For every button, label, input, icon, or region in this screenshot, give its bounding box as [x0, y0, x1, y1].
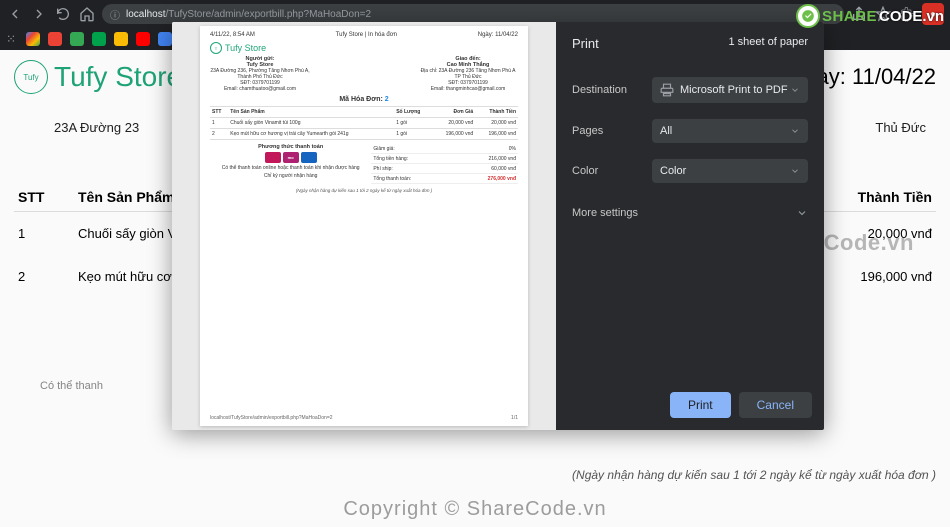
- url-path: /TufyStore/admin/exportbill.php?MaHoaDon…: [165, 9, 371, 20]
- sharecode-badge: SHARECODE.vn: [796, 4, 944, 28]
- reload-icon[interactable]: [54, 5, 72, 23]
- print-preview-pane[interactable]: 4/11/22, 8:54 AM Tufy Store | In hóa đơn…: [172, 22, 556, 430]
- chevron-down-icon: [796, 207, 808, 219]
- preview-logo-icon: T: [210, 42, 222, 54]
- destination-select[interactable]: Microsoft Print to PDF: [652, 77, 808, 103]
- back-icon[interactable]: [6, 5, 24, 23]
- bookmark-translate-icon[interactable]: [158, 32, 172, 46]
- bookmark-youtube-icon[interactable]: [136, 32, 150, 46]
- info-icon: ⓘ: [110, 7, 120, 22]
- more-settings-toggle[interactable]: More settings: [556, 191, 824, 235]
- bookmark-sheets-icon[interactable]: [70, 32, 84, 46]
- chevron-down-icon: [790, 166, 800, 176]
- print-title: Print: [572, 36, 599, 51]
- chevron-down-icon: [790, 126, 800, 136]
- forward-icon[interactable]: [30, 5, 48, 23]
- print-dialog: 4/11/22, 8:54 AM Tufy Store | In hóa đơn…: [172, 22, 824, 430]
- address-bar[interactable]: ⓘ localhost/TufyStore/admin/exportbill.p…: [102, 4, 844, 24]
- print-options-pane: Print 1 sheet of paper Destination Micro…: [556, 22, 824, 430]
- print-button[interactable]: Print: [670, 392, 731, 418]
- payment-logo-3: [301, 152, 317, 163]
- destination-label: Destination: [572, 84, 644, 96]
- chevron-down-icon: [790, 85, 800, 95]
- payment-logo-momo: mo: [283, 152, 299, 163]
- pages-select[interactable]: All: [652, 119, 808, 143]
- bookmark-gmail-icon[interactable]: [48, 32, 62, 46]
- bookmark-maps-icon[interactable]: [92, 32, 106, 46]
- home-icon[interactable]: [78, 5, 96, 23]
- sharecode-logo-icon: [796, 4, 820, 28]
- apps-icon[interactable]: ⁙: [6, 32, 16, 46]
- preview-page: 4/11/22, 8:54 AM Tufy Store | In hóa đơn…: [200, 26, 528, 426]
- payment-logo-1: [265, 152, 281, 163]
- bookmark-keep-icon[interactable]: [114, 32, 128, 46]
- cancel-button[interactable]: Cancel: [739, 392, 812, 418]
- pages-label: Pages: [572, 125, 644, 137]
- color-label: Color: [572, 165, 644, 177]
- url-host: localhost: [126, 9, 165, 20]
- color-select[interactable]: Color: [652, 159, 808, 183]
- bookmark-chrome-icon[interactable]: [26, 32, 40, 46]
- sheet-count: 1 sheet of paper: [728, 36, 808, 51]
- printer-icon: [660, 83, 674, 97]
